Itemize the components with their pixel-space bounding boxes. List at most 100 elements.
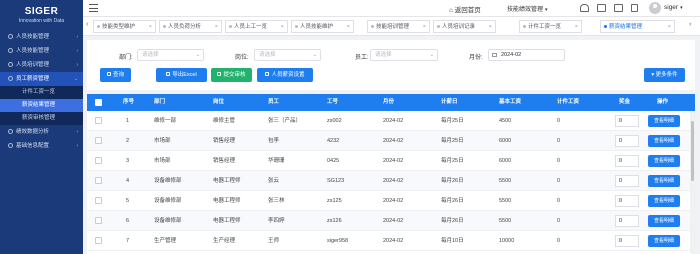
close-icon[interactable]: × — [423, 21, 426, 32]
view-detail-button[interactable]: 查看明细 — [648, 155, 680, 167]
cell-staff: 李四婷 — [268, 218, 285, 224]
bonus-input[interactable]: 0 — [615, 135, 639, 147]
bell-icon[interactable] — [580, 4, 589, 12]
submenu-item-salary-audit[interactable]: 薪资审核管理 — [0, 112, 83, 125]
tab-bar: ‹ 技能类型维护 × 人员负荷分析 × 人员上工一览 × 人员技能维护 × 技能培训管理… — [83, 17, 700, 36]
close-icon[interactable]: × — [281, 21, 284, 32]
close-icon[interactable]: × — [215, 21, 218, 32]
export-button[interactable]: 导出Excel — [156, 68, 207, 82]
view-detail-button[interactable]: 查看明细 — [648, 175, 680, 187]
cell-payday: 每月26日 — [441, 198, 464, 204]
cell-staff: 张云 — [268, 178, 280, 184]
close-icon[interactable]: × — [575, 21, 578, 32]
row-checkbox[interactable] — [95, 137, 102, 144]
row-checkbox[interactable] — [95, 217, 102, 224]
sidebar-item-skill[interactable]: 人员技能管理 › — [0, 30, 83, 44]
home-link[interactable]: ⌂ 返回首页 — [449, 4, 481, 14]
bonus-input[interactable]: 0 — [615, 155, 639, 167]
row-checkbox[interactable] — [95, 117, 102, 124]
submit-audit-button[interactable]: 提交审核 — [211, 68, 252, 82]
sidebar-item-performance[interactable]: 绩效数据分析 › — [0, 125, 83, 139]
cell-code: 0425 — [327, 158, 340, 164]
tab-label: 人员技能维护 — [300, 24, 334, 30]
scrollbar-thumb[interactable] — [691, 121, 694, 181]
staff-select[interactable]: 请选择 ⌄ — [370, 49, 438, 61]
hamburger-icon[interactable] — [89, 4, 98, 12]
close-icon[interactable]: × — [149, 21, 152, 32]
sidebar-item-label: 绩效数据分析 — [16, 129, 50, 135]
cell-piece-wage: 0 — [557, 218, 561, 224]
tab-training-manage[interactable]: 技能培训管理 × — [367, 20, 430, 33]
logo-title: SIGER — [24, 6, 59, 17]
cell-no: 1 — [126, 118, 130, 124]
row-checkbox[interactable] — [95, 237, 102, 244]
salary-setting-button[interactable]: 人员薪资设置 — [257, 68, 313, 82]
system-select[interactable]: 技能绩效管理 ▾ — [507, 4, 548, 13]
table-row: 4 设备维修部 电器工程师 张云 SG123 2024-02 每月26日 5500 0 0 查看明细 — [87, 171, 695, 191]
row-checkbox[interactable] — [95, 157, 102, 164]
bonus-input[interactable]: 0 — [615, 115, 639, 127]
tab-piece-wage[interactable]: 计件工资一览 × — [519, 20, 582, 33]
select-all-checkbox[interactable] — [95, 99, 102, 106]
row-checkbox[interactable] — [95, 197, 102, 204]
chevron-right-icon: › — [76, 34, 78, 40]
sidebar-item-config[interactable]: 基础信息配置 › — [0, 139, 83, 153]
bonus-input[interactable]: 0 — [615, 195, 639, 207]
cell-staff: 王师 — [268, 238, 280, 244]
more-conditions-button[interactable]: ▾ 更多条件 — [644, 68, 685, 82]
cell-staff: 张三（产品） — [268, 118, 302, 124]
close-icon[interactable]: × — [489, 21, 492, 32]
view-detail-button[interactable]: 查看明细 — [648, 115, 680, 127]
tab-label: 人员负荷分析 — [168, 24, 202, 30]
table-row: 6 设备维修部 电器工程师 李四婷 zs126 2024-02 每月26日 5500 0 0 查看明… — [87, 211, 695, 231]
more-button-label: 更多条件 — [655, 72, 678, 78]
tab-training-record[interactable]: 人员培训记录 × — [433, 20, 496, 33]
view-detail-button[interactable]: 查看明细 — [648, 135, 680, 147]
month-picker[interactable]: 2024-02 — [488, 49, 565, 61]
vertical-scrollbar[interactable] — [690, 111, 695, 254]
staff-placeholder: 请选择 — [375, 52, 392, 58]
post-label: 岗位: — [235, 55, 249, 61]
avatar[interactable] — [649, 2, 661, 14]
dept-select[interactable]: 请选择 ⌄ — [137, 49, 204, 61]
cell-dept: 市场部 — [154, 158, 171, 164]
bonus-input[interactable]: 0 — [615, 235, 639, 247]
export-button-label: 导出Excel — [172, 72, 197, 78]
tab-skill-type[interactable]: 技能类型维护 × — [93, 20, 156, 33]
table-row: 7 生产管理 生产经理 王师 siger958 2024-02 每月10日 10000 0 0 查看… — [87, 231, 695, 251]
search-button[interactable]: 查询 — [100, 68, 131, 82]
cell-dept: 设备维修部 — [154, 218, 182, 224]
monitor-icon[interactable] — [597, 4, 606, 12]
tab-work-overview[interactable]: 人员上工一览 × — [225, 20, 288, 33]
chevron-right-icon[interactable]: › — [689, 21, 691, 28]
tab-skill-maintain[interactable]: 人员技能维护 × — [291, 20, 354, 33]
cell-dept: 维修一部 — [154, 118, 177, 124]
chevron-down-icon: ⌄ — [195, 52, 200, 58]
salary-table: 序号 部门 岗位 员工 工号 月份 计薪日 基本工资 计件工资 奖金 操作 1 维… — [87, 94, 695, 254]
sidebar-item-salary[interactable]: 员工薪资管理 ⌄ — [0, 72, 83, 86]
tab-salary-result[interactable]: 薪资结果管理 × — [600, 20, 675, 33]
user-menu[interactable]: siger ▾ — [664, 4, 683, 11]
view-detail-button[interactable]: 查看明细 — [648, 215, 680, 227]
tab-load-analysis[interactable]: 人员负荷分析 × — [159, 20, 222, 33]
bonus-input[interactable]: 0 — [615, 215, 639, 227]
cell-no: 2 — [126, 138, 130, 144]
link-icon — [265, 72, 270, 76]
cell-base-salary: 4500 — [499, 118, 512, 124]
system-label: 技能绩效管理 — [507, 7, 544, 13]
window-icon[interactable] — [614, 4, 623, 12]
submenu-item-piece-wage[interactable]: 计件工资一览 — [0, 86, 83, 99]
close-icon[interactable]: × — [347, 21, 350, 32]
view-detail-button[interactable]: 查看明细 — [648, 235, 680, 247]
submenu-item-salary-result[interactable]: 薪资结果管理 — [0, 99, 83, 112]
post-select[interactable]: 请选择 ⌄ — [254, 49, 321, 61]
cell-dept: 设备维修部 — [154, 198, 182, 204]
view-detail-button[interactable]: 查看明细 — [648, 195, 680, 207]
sidebar-item-skill-2[interactable]: 人员技能管理 › — [0, 44, 83, 58]
close-icon[interactable]: × — [668, 21, 671, 32]
bonus-input[interactable]: 0 — [615, 175, 639, 187]
row-checkbox[interactable] — [95, 177, 102, 184]
phone-icon[interactable] — [631, 4, 638, 12]
sidebar-item-training[interactable]: 人员培训管理 › — [0, 58, 83, 72]
chevron-left-icon[interactable]: ‹ — [86, 21, 88, 28]
